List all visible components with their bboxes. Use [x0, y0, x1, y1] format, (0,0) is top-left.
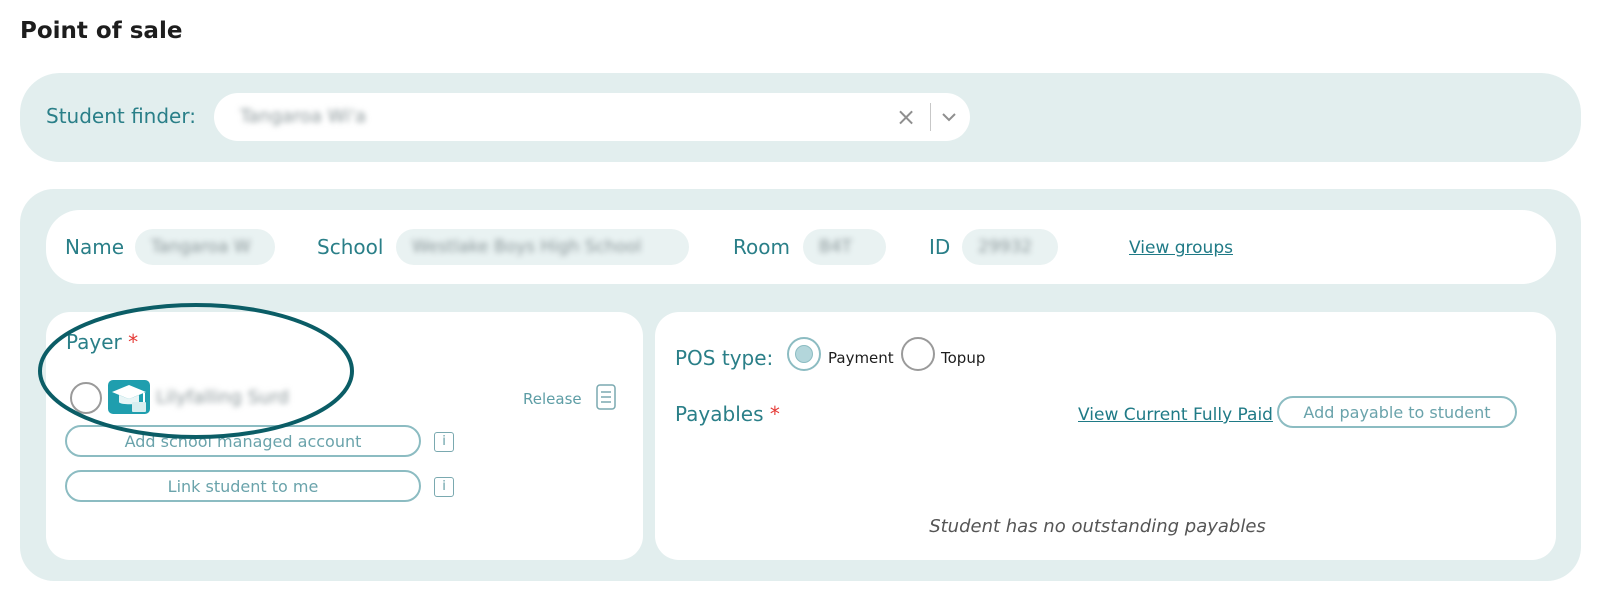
view-groups-link[interactable]: View groups	[1129, 238, 1233, 258]
payer-select-radio[interactable]	[70, 382, 102, 414]
payables-title: Payables *	[675, 402, 780, 426]
empty-payables-message: Student has no outstanding payables	[929, 516, 1266, 537]
payment-radio[interactable]	[787, 337, 821, 371]
page-title: Point of sale	[20, 18, 183, 44]
payer-title-text: Payer	[66, 330, 122, 354]
id-value: 29932	[978, 237, 1033, 257]
payer-card: Payer * Lilyfalling Surd Release Add sch…	[38, 303, 643, 560]
student-finder-label: Student finder:	[46, 104, 196, 128]
topup-option-label[interactable]: Topup	[941, 349, 985, 367]
info-icon[interactable]: i	[434, 432, 454, 452]
finder-separator	[930, 103, 931, 131]
link-student-button[interactable]: Link student to me	[65, 470, 421, 502]
room-value: B4T	[819, 237, 852, 257]
school-value-pill: Westlake Boys High School	[396, 229, 689, 265]
school-label: School	[317, 235, 384, 259]
chevron-down-icon[interactable]	[938, 107, 960, 127]
required-mark: *	[769, 402, 780, 426]
school-value: Westlake Boys High School	[412, 237, 642, 257]
pos-card: POS type: Payment Topup Payables * View …	[655, 312, 1556, 560]
id-value-pill: 29932	[962, 229, 1058, 265]
name-label: Name	[65, 235, 125, 259]
pos-type-label: POS type:	[675, 346, 774, 370]
student-finder-input[interactable]: Tangaroa Wi'a ×	[214, 93, 970, 141]
payables-label: Payables	[675, 402, 764, 426]
room-value-pill: B4T	[803, 229, 886, 265]
graduation-cap-icon	[108, 380, 150, 414]
add-school-managed-account-button[interactable]: Add school managed account	[65, 425, 421, 457]
info-icon[interactable]: i	[434, 477, 454, 497]
payer-account-name: Lilyfalling Surd	[156, 387, 289, 408]
name-value-pill: Tangaroa W	[135, 229, 275, 265]
student-finder-panel: Student finder: Tangaroa Wi'a ×	[20, 73, 1581, 162]
payment-option-label[interactable]: Payment	[828, 349, 894, 367]
student-finder-value: Tangaroa Wi'a	[240, 106, 367, 127]
document-icon[interactable]	[596, 384, 616, 410]
annotation-ellipse	[38, 303, 354, 439]
view-current-fully-paid-link[interactable]: View Current Fully Paid	[1078, 405, 1273, 425]
student-info-bar: Name Tangaroa W School Westlake Boys Hig…	[46, 210, 1556, 284]
add-payable-button[interactable]: Add payable to student	[1277, 396, 1517, 428]
name-value: Tangaroa W	[151, 237, 251, 257]
room-label: Room	[733, 235, 790, 259]
id-label: ID	[929, 235, 951, 259]
release-link[interactable]: Release	[523, 390, 582, 408]
clear-icon[interactable]: ×	[896, 103, 916, 131]
payer-title: Payer *	[66, 330, 138, 354]
topup-radio[interactable]	[901, 337, 935, 371]
required-mark: *	[128, 330, 139, 354]
student-panel: Name Tangaroa W School Westlake Boys Hig…	[20, 189, 1581, 581]
